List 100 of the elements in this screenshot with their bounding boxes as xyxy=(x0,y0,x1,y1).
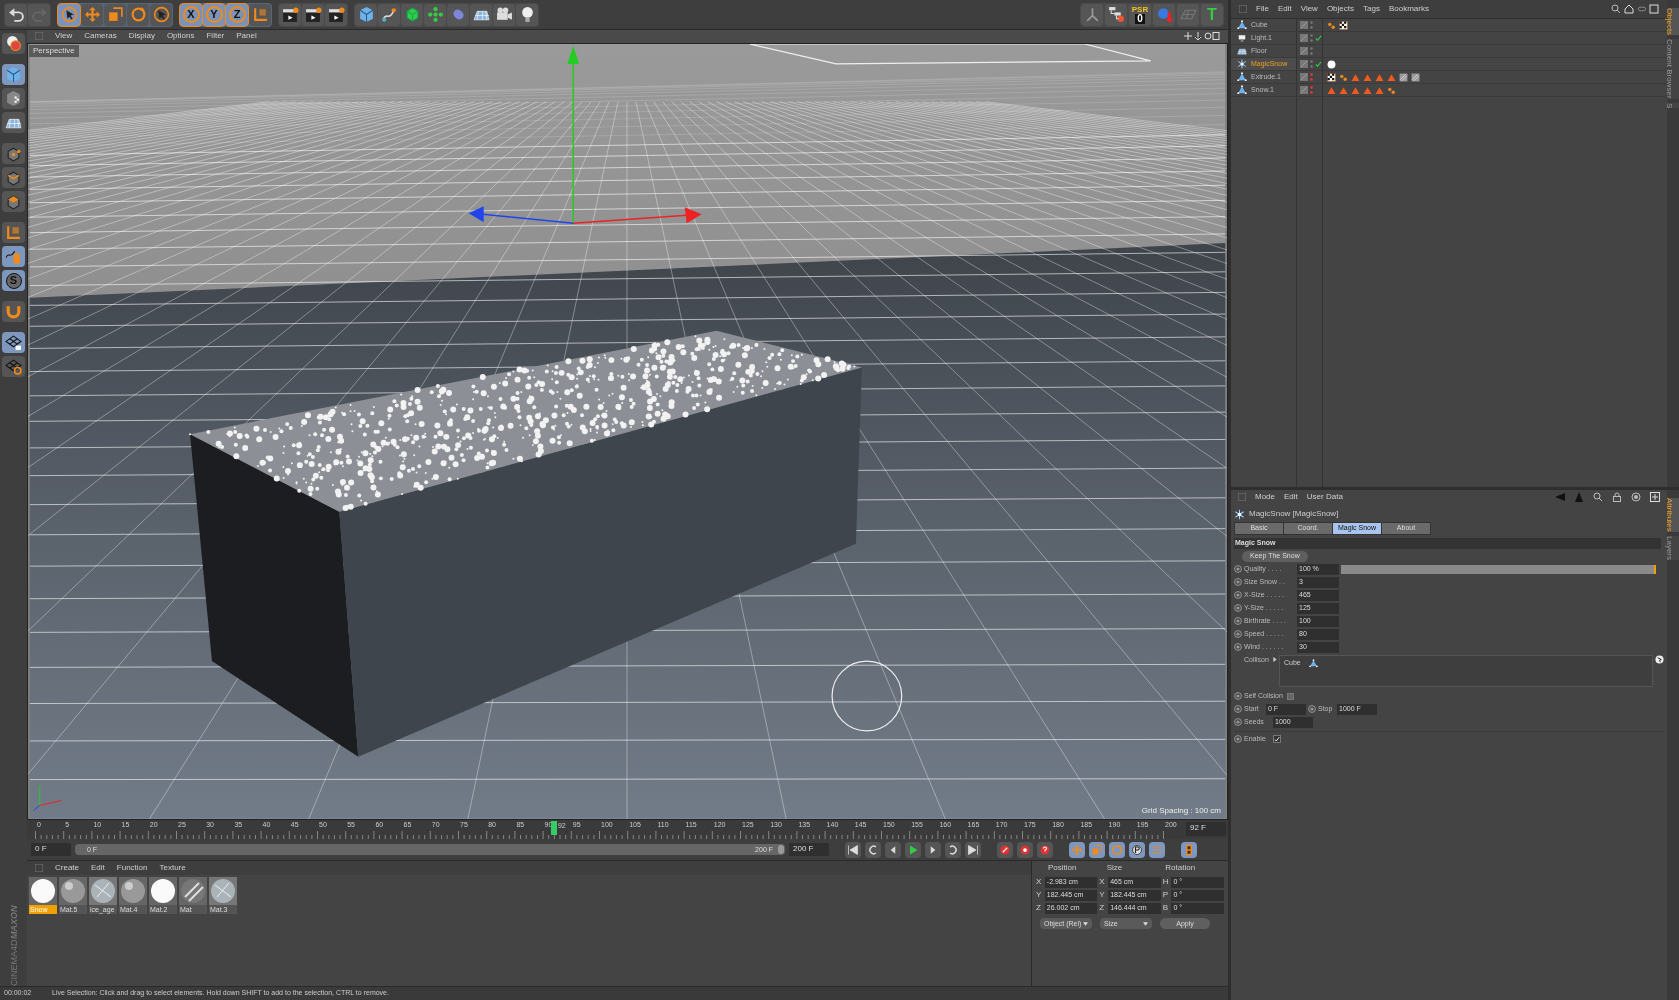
material-swatch xyxy=(149,877,177,906)
tool-button[interactable] xyxy=(58,3,80,26)
menu-item[interactable]: Panel xyxy=(236,30,257,43)
tool-button[interactable] xyxy=(279,3,301,26)
side-tab[interactable]: Content Browser xyxy=(1667,39,1679,99)
grip-icon xyxy=(35,32,43,41)
rotate-icon xyxy=(129,6,147,23)
playback-button[interactable] xyxy=(965,841,981,858)
menu-item[interactable]: Display xyxy=(128,30,155,43)
grip-icon xyxy=(1239,5,1247,13)
loop-back-icon xyxy=(867,843,879,856)
side-tab[interactable]: Objects xyxy=(1667,8,1679,36)
axis-label: Z xyxy=(1099,902,1106,915)
pen-icon xyxy=(380,6,398,23)
menu-item[interactable]: Objects xyxy=(1326,3,1354,15)
rotate-icon xyxy=(1111,843,1123,856)
menu-item[interactable]: File xyxy=(1256,3,1269,15)
material-swatch xyxy=(89,877,117,906)
tool-button[interactable]: PSR 0 xyxy=(1129,3,1151,26)
skip-end-icon xyxy=(967,843,979,856)
film-strip-icon xyxy=(1183,843,1195,856)
material-swatch xyxy=(179,877,207,906)
menu-item[interactable]: Create xyxy=(55,862,79,875)
playback-button[interactable] xyxy=(1181,841,1197,858)
checker-tag-icon xyxy=(1339,20,1348,30)
axis-triad-icon xyxy=(33,785,63,811)
axis-label: Y xyxy=(1036,889,1043,902)
undo-icon xyxy=(7,6,25,23)
layer-box-icon xyxy=(1300,34,1308,42)
menu-item[interactable]: Edit xyxy=(1284,491,1298,503)
camera-icon xyxy=(495,6,513,23)
dots-grid-icon xyxy=(1151,843,1163,856)
playback-button[interactable] xyxy=(1037,841,1053,858)
frame-field[interactable]: 92 F xyxy=(1186,822,1226,837)
tool-button[interactable] xyxy=(470,3,492,26)
slider-track[interactable] xyxy=(1341,564,1656,574)
target-icon xyxy=(1631,492,1641,502)
dots-tag-icon xyxy=(1339,72,1348,82)
playback-button[interactable] xyxy=(945,841,961,858)
caret-icon xyxy=(1083,921,1088,926)
texture-tag-icon xyxy=(1411,72,1420,82)
playback-button[interactable] xyxy=(1069,841,1085,858)
playback-button[interactable] xyxy=(845,841,861,858)
menu-item[interactable]: View xyxy=(1300,3,1318,15)
menu-item[interactable]: Edit xyxy=(1277,3,1292,15)
tool-button[interactable] xyxy=(325,3,347,26)
tool-button[interactable] xyxy=(5,3,27,26)
cube-face-icon xyxy=(5,193,22,210)
checkbox[interactable] xyxy=(1273,735,1281,743)
menu-item[interactable]: Options xyxy=(166,30,195,43)
menu-item[interactable]: View xyxy=(55,30,73,43)
grid-spacing-label: Grid Spacing : 100 cm xyxy=(1141,805,1221,818)
tool-button[interactable] xyxy=(302,3,324,26)
playback-button[interactable] xyxy=(905,841,921,858)
keyframe-dot-icon xyxy=(1234,705,1242,713)
playback-button[interactable] xyxy=(1129,841,1145,858)
menu-item[interactable]: Texture xyxy=(159,862,186,875)
triangle-object-icon xyxy=(1308,658,1318,668)
menu-item[interactable]: Cameras xyxy=(84,30,117,43)
cursor-icon xyxy=(152,6,170,23)
tool-button[interactable] xyxy=(2,33,25,54)
tool-button[interactable] xyxy=(150,3,172,26)
menu-item[interactable]: Tags xyxy=(1363,3,1380,15)
start-frame-field[interactable]: 0 F xyxy=(31,843,71,857)
range-slider-thumb[interactable] xyxy=(778,845,784,855)
playback-button[interactable] xyxy=(865,841,881,858)
scale-icon xyxy=(1091,843,1103,856)
tool-button[interactable] xyxy=(2,356,25,377)
hierarchy-icon xyxy=(1107,6,1125,23)
menu-item[interactable]: Function xyxy=(116,862,148,875)
tool-button[interactable] xyxy=(2,112,25,133)
tool-button[interactable] xyxy=(516,3,538,26)
playback-button[interactable] xyxy=(925,841,941,858)
end-frame-field[interactable]: 200 F xyxy=(789,843,829,857)
side-tab[interactable]: S xyxy=(1667,102,1679,109)
playback-button[interactable] xyxy=(1017,841,1033,858)
menu-item[interactable]: Filter xyxy=(206,30,225,43)
clapperboard-icon xyxy=(327,6,345,23)
menu-item[interactable]: Edit xyxy=(91,862,105,875)
keyframe-dot-icon xyxy=(1234,692,1242,700)
tool-button[interactable] xyxy=(2,332,25,353)
side-tab[interactable]: Attributes xyxy=(1667,498,1679,532)
playback-button[interactable] xyxy=(1089,841,1105,858)
play-icon xyxy=(907,843,919,856)
new-window-icon xyxy=(1650,492,1660,502)
tool-button[interactable]: T xyxy=(1201,3,1223,26)
playback-button[interactable] xyxy=(1109,841,1125,858)
menu-item[interactable]: Mode xyxy=(1255,491,1275,503)
brush-circle xyxy=(831,660,903,732)
side-tab[interactable]: Layers xyxy=(1667,535,1679,560)
menu-item[interactable]: Bookmarks xyxy=(1388,3,1429,15)
tool-button[interactable] xyxy=(1105,3,1127,26)
playback-button[interactable] xyxy=(885,841,901,858)
tool-button[interactable] xyxy=(493,3,515,26)
playback-button[interactable] xyxy=(997,841,1013,858)
checkbox[interactable] xyxy=(1286,692,1294,700)
menu-item[interactable]: User Data xyxy=(1306,491,1343,503)
checker-tag-icon xyxy=(1327,72,1336,82)
checker-cube-icon xyxy=(5,90,22,107)
column-header: Rotation xyxy=(1165,862,1197,875)
